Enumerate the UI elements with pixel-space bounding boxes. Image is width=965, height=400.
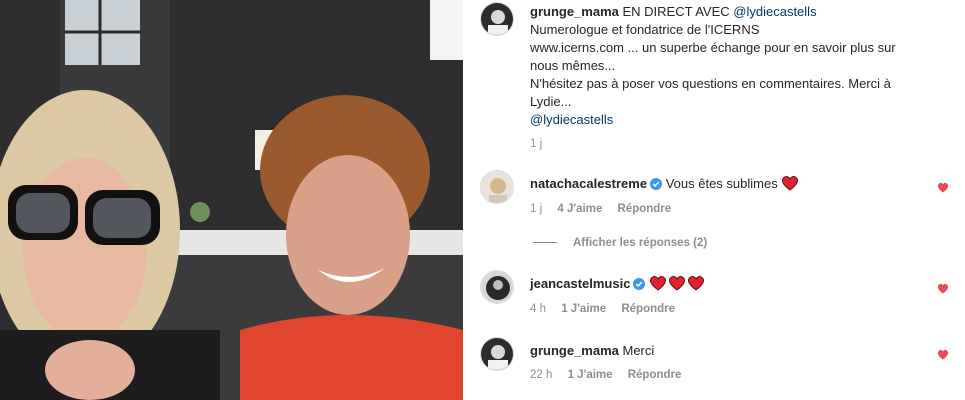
comment-3-time[interactable]: 22 h bbox=[530, 369, 552, 381]
comment-2-meta: 4 h 1 J'aime Répondre bbox=[530, 302, 675, 316]
comment-1-reply-button[interactable]: Répondre bbox=[618, 203, 672, 215]
commenter-avatar[interactable] bbox=[480, 270, 514, 304]
comment-3-meta: 22 h 1 J'aime Répondre bbox=[530, 368, 681, 382]
comment-2-time[interactable]: 4 h bbox=[530, 303, 546, 315]
post-author-username[interactable]: grunge_mama bbox=[530, 4, 619, 19]
comment-2: jeancastelmusic bbox=[530, 275, 705, 293]
comment-3: grunge_mama Merci bbox=[530, 342, 654, 360]
red-heart-emoji-icon bbox=[782, 176, 799, 191]
comment-3-text: Merci bbox=[622, 343, 655, 358]
view-replies-label: Afficher les réponses (2) bbox=[573, 237, 708, 249]
comment-1-meta: 1 j 4 J'aime Répondre bbox=[530, 202, 671, 216]
verified-badge-icon bbox=[633, 278, 646, 290]
caption-headline: EN DIRECT AVEC bbox=[622, 4, 730, 19]
caption-line-2: www.icerns.com ... un superbe échange po… bbox=[530, 40, 896, 55]
comments-panel: grunge_mama EN DIRECT AVEC @lydiecastell… bbox=[463, 0, 965, 400]
post-timestamp[interactable]: 1 j bbox=[530, 137, 542, 151]
caption-mention-end[interactable]: @lydiecastells bbox=[530, 111, 950, 129]
commenter-avatar[interactable] bbox=[480, 170, 514, 204]
like-heart-icon[interactable] bbox=[937, 182, 949, 193]
caption-line-5: Lydie... bbox=[530, 94, 572, 109]
live-video-frame[interactable] bbox=[0, 0, 463, 400]
comment-1-text: Vous êtes sublimes bbox=[665, 176, 778, 191]
post-caption: grunge_mama EN DIRECT AVEC @lydiecastell… bbox=[530, 3, 950, 129]
comment-2-likes[interactable]: 1 J'aime bbox=[561, 303, 606, 315]
view-replies-button[interactable]: Afficher les réponses (2) bbox=[533, 237, 707, 249]
caption-mention[interactable]: @lydiecastells bbox=[733, 4, 816, 19]
commenter-avatar[interactable] bbox=[480, 337, 514, 371]
verified-badge-icon bbox=[650, 178, 663, 190]
three-red-hearts-emoji-icon bbox=[650, 276, 705, 291]
comment-3-username[interactable]: grunge_mama bbox=[530, 343, 619, 358]
like-heart-icon[interactable] bbox=[937, 283, 949, 294]
comment-3-reply-button[interactable]: Répondre bbox=[628, 369, 682, 381]
comment-1-username[interactable]: natachacalestreme bbox=[530, 176, 647, 191]
like-heart-icon[interactable] bbox=[937, 349, 949, 360]
comment-2-username[interactable]: jeancastelmusic bbox=[530, 276, 630, 291]
comment-1: natachacalestreme Vous êtes sublimes bbox=[530, 175, 799, 193]
video-still-image bbox=[0, 0, 463, 400]
comment-3-likes[interactable]: 1 J'aime bbox=[568, 369, 613, 381]
comment-2-reply-button[interactable]: Répondre bbox=[621, 303, 675, 315]
caption-line-4: N'hésitez pas à poser vos questions en c… bbox=[530, 76, 891, 91]
author-avatar[interactable] bbox=[480, 2, 514, 36]
replies-divider-line bbox=[533, 242, 557, 244]
caption-line-3: nous mêmes... bbox=[530, 58, 616, 73]
caption-line-1: Numerologue et fondatrice de l'ICERNS bbox=[530, 22, 760, 37]
comment-1-likes[interactable]: 4 J'aime bbox=[557, 203, 602, 215]
comment-1-time[interactable]: 1 j bbox=[530, 203, 542, 215]
